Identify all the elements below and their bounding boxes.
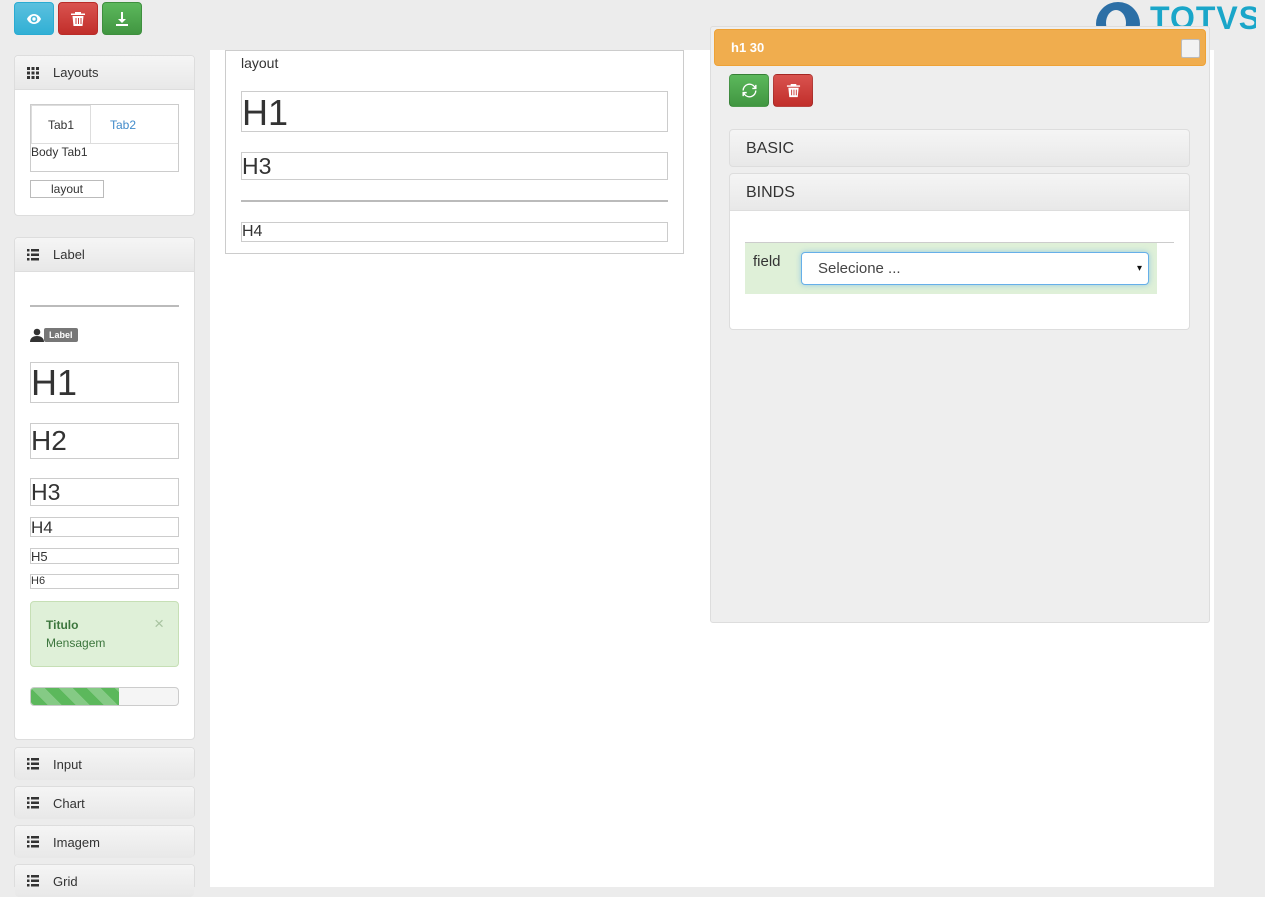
alert-title: Titulo xyxy=(46,618,79,632)
field-row: field Selecione ... ▾ xyxy=(745,243,1157,294)
field-label: field xyxy=(753,253,781,270)
layout-container[interactable]: layout H1 H3 H4 xyxy=(225,50,684,254)
binds-accordion-body: field Selecione ... ▾ xyxy=(729,211,1190,330)
grid-icon xyxy=(27,66,39,79)
download-icon xyxy=(116,11,128,26)
chart-panel-title: Chart xyxy=(53,795,85,811)
tab-tab1[interactable]: Tab1 xyxy=(31,105,91,144)
trash-icon xyxy=(71,11,85,26)
grid-panel-title: Grid xyxy=(53,873,78,889)
h4-component[interactable]: H4 xyxy=(30,517,179,537)
imagem-panel-title: Imagem xyxy=(53,834,100,850)
grid-panel-header[interactable]: Grid xyxy=(15,865,194,897)
imagem-panel[interactable]: Imagem xyxy=(14,825,195,858)
progress-bar-fill xyxy=(31,688,120,705)
download-button[interactable] xyxy=(102,2,142,35)
field-select[interactable]: Selecione ... ▾ xyxy=(801,252,1149,285)
eye-icon xyxy=(27,13,41,24)
tab-divider xyxy=(31,143,178,144)
properties-header: h1 30 xyxy=(714,29,1206,66)
divider-component[interactable] xyxy=(30,305,179,307)
h2-component[interactable]: H2 xyxy=(30,423,179,459)
layout-component[interactable]: layout xyxy=(30,180,104,198)
field-select-value: Selecione ... xyxy=(818,260,901,277)
layout-title: layout xyxy=(241,55,279,71)
list-icon xyxy=(27,836,39,848)
imagem-panel-header[interactable]: Imagem xyxy=(15,826,194,858)
chart-panel[interactable]: Chart xyxy=(14,786,195,819)
layout-h1[interactable]: H1 xyxy=(241,91,668,132)
refresh-icon xyxy=(741,83,757,98)
label-panel-title: Label xyxy=(53,247,85,262)
list-icon xyxy=(27,797,39,809)
list-icon xyxy=(27,875,39,887)
trash-icon xyxy=(786,83,800,98)
input-panel-header[interactable]: Input xyxy=(15,748,194,780)
label-badge: Label xyxy=(44,328,78,342)
layouts-panel-header[interactable]: Layouts xyxy=(15,56,194,90)
refresh-button[interactable] xyxy=(729,74,769,107)
layout-h3[interactable]: H3 xyxy=(241,152,668,180)
delete-button[interactable] xyxy=(58,2,98,35)
layout-divider[interactable] xyxy=(241,200,668,202)
properties-panel: h1 30 BASIC BINDS field Selecione ... ▾ xyxy=(710,26,1210,623)
close-icon[interactable]: × xyxy=(154,614,164,634)
binds-accordion-header[interactable]: BINDS xyxy=(729,173,1190,211)
h5-component[interactable]: H5 xyxy=(30,548,179,564)
input-panel[interactable]: Input xyxy=(14,747,195,780)
basic-accordion-header[interactable]: BASIC xyxy=(729,129,1190,167)
user-icon xyxy=(30,328,44,342)
properties-title: h1 30 xyxy=(731,40,765,55)
tabs-component[interactable]: Tab1 Tab2 Body Tab1 xyxy=(30,104,179,172)
tab-tab2[interactable]: Tab2 xyxy=(93,105,153,144)
layout-h4[interactable]: H4 xyxy=(241,222,668,242)
preview-button[interactable] xyxy=(14,2,54,35)
list-icon xyxy=(27,758,39,770)
alert-component[interactable]: Titulo Mensagem × xyxy=(30,601,179,667)
label-component[interactable]: Label xyxy=(30,328,78,342)
remove-button[interactable] xyxy=(773,74,813,107)
alert-message: Mensagem xyxy=(46,636,106,650)
h3-component[interactable]: H3 xyxy=(30,478,179,506)
caret-down-icon: ▾ xyxy=(1136,263,1142,274)
label-panel: Label Label H1 H2 H3 H4 H5 H6 Titulo Men… xyxy=(14,237,195,740)
tab-body: Body Tab1 xyxy=(31,145,88,159)
input-panel-title: Input xyxy=(53,756,82,772)
progress-component[interactable] xyxy=(30,687,179,706)
label-panel-header[interactable]: Label xyxy=(15,238,194,272)
h1-component[interactable]: H1 xyxy=(30,362,179,403)
grid-panel[interactable]: Grid xyxy=(14,864,195,897)
h6-component[interactable]: H6 xyxy=(30,574,179,589)
list-icon xyxy=(27,248,39,260)
layouts-panel: Layouts Tab1 Tab2 Body Tab1 layout xyxy=(14,55,195,216)
collapse-toggle[interactable] xyxy=(1181,39,1200,58)
layouts-panel-title: Layouts xyxy=(53,65,99,80)
chart-panel-header[interactable]: Chart xyxy=(15,787,194,819)
